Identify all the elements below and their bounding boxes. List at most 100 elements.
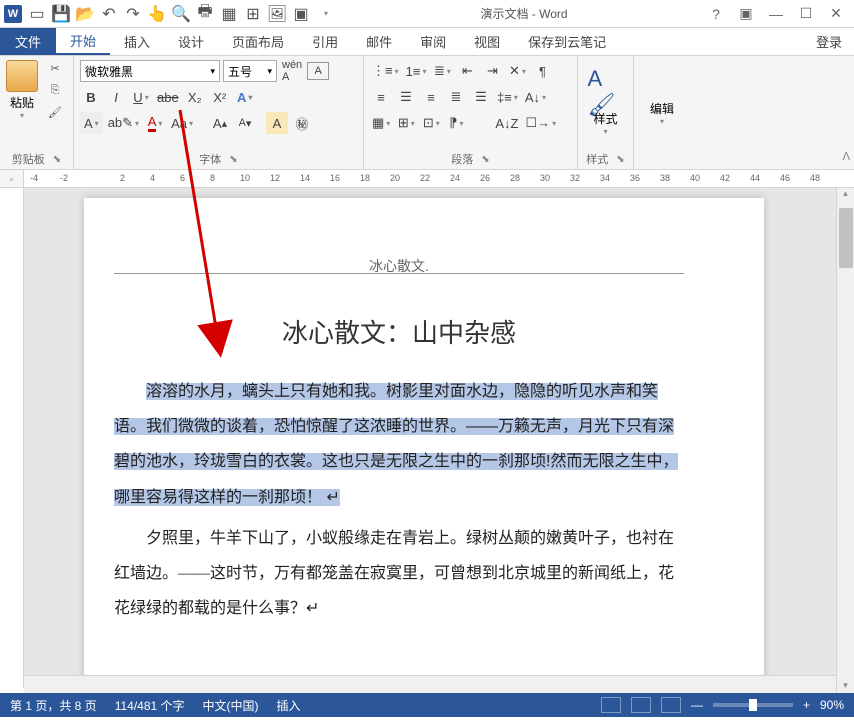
zoom-level[interactable]: 90% [820, 698, 844, 712]
font-name-select[interactable]: 微软雅黑▾ [80, 60, 220, 82]
new-icon[interactable]: ▭ [28, 5, 46, 23]
borders-button[interactable]: ⊞ [395, 112, 417, 134]
grow-font-button[interactable]: A▴ [209, 112, 231, 134]
shading-button[interactable]: ▦ [370, 112, 392, 134]
line-spacing-button[interactable]: ‡≡ [495, 86, 520, 108]
vertical-ruler[interactable] [0, 188, 24, 688]
paste-button[interactable]: 粘贴 [10, 94, 34, 111]
underline-button[interactable]: U [130, 86, 152, 108]
horizontal-ruler[interactable]: ▫ -4-22468101214161820222426283032343638… [0, 170, 854, 188]
view-web-icon[interactable] [661, 697, 681, 713]
italic-button[interactable]: I [105, 86, 127, 108]
snap-grid-button[interactable]: ⊡ [420, 112, 442, 134]
tab-home[interactable]: 开始 [56, 28, 110, 55]
align-right-button[interactable]: ≡ [420, 86, 442, 108]
document-page[interactable]: 冰心散文. 冰心散文：山中杂感 溶溶的水月，螭头上只有她和我。树影里对面水边，隐… [84, 198, 764, 688]
paste-icon[interactable] [6, 60, 38, 92]
font-size-select[interactable]: 五号▾ [223, 60, 277, 82]
increase-indent-button[interactable]: ⇥ [481, 60, 503, 82]
cut-icon[interactable]: ✂ [46, 60, 64, 76]
align-justify-button[interactable]: ≣ [445, 86, 467, 108]
text-effects-button[interactable]: A [234, 86, 256, 108]
picture-icon[interactable]: 🖼 [268, 5, 286, 23]
editing-button[interactable]: 编辑 ▾ [650, 100, 674, 126]
subscript-button[interactable]: X₂ [184, 86, 206, 108]
status-words[interactable]: 114/481 个字 [115, 697, 185, 714]
char-shading-button[interactable]: A [80, 112, 103, 134]
tab-review[interactable]: 审阅 [406, 28, 460, 55]
font-launcher[interactable]: ⬊ [229, 154, 237, 165]
maximize-icon[interactable]: ☐ [798, 6, 814, 22]
multilevel-button[interactable]: ≣ [431, 60, 453, 82]
highlight-button[interactable]: ab✎ [106, 112, 141, 134]
tab-file[interactable]: 文件 [0, 28, 56, 55]
zoom-in-button[interactable]: + [803, 698, 810, 712]
select-button[interactable]: ☐→ [523, 112, 558, 134]
sort-button[interactable]: A↓ [523, 86, 548, 108]
bullets-button[interactable]: ⋮≡ [370, 60, 401, 82]
copy-icon[interactable]: ⎘ [46, 82, 64, 98]
para-settings-button[interactable]: ⁋ [445, 112, 467, 134]
tab-references[interactable]: 引用 [298, 28, 352, 55]
tab-insert[interactable]: 插入 [110, 28, 164, 55]
font-color-button[interactable]: A [144, 112, 166, 134]
numbering-button[interactable]: 1≡ [404, 60, 429, 82]
print-preview-icon[interactable]: 🔍 [172, 5, 190, 23]
paragraph-1: 溶溶的水月，螭头上只有她和我。树影里对面水边，隐隐的听见水声和笑语。我们微微的谈… [114, 374, 684, 515]
status-lang[interactable]: 中文(中国) [203, 697, 259, 714]
format-painter-icon[interactable]: 🖌 [46, 104, 64, 120]
ruler-corner[interactable]: ▫ [0, 170, 24, 188]
superscript-button[interactable]: X² [209, 86, 231, 108]
tab-design[interactable]: 设计 [164, 28, 218, 55]
login-link[interactable]: 登录 [804, 28, 854, 55]
styles-launcher[interactable]: ⬊ [616, 154, 624, 165]
status-page[interactable]: 第 1 页，共 8 页 [10, 697, 97, 714]
paragraph-launcher[interactable]: ⬊ [481, 154, 489, 165]
save-icon[interactable]: 💾 [52, 5, 70, 23]
clipboard-label: 剪贴板 [12, 151, 45, 167]
ribbon-options-icon[interactable]: ▣ [738, 6, 754, 22]
collapse-ribbon-icon[interactable]: ᐱ [842, 150, 850, 163]
textbox-icon[interactable]: ▣ [292, 5, 310, 23]
open-icon[interactable]: 📂 [76, 5, 94, 23]
touch-icon[interactable]: 👆 [148, 5, 166, 23]
scroll-thumb[interactable] [839, 208, 853, 268]
change-case-button[interactable]: Aa [169, 112, 195, 134]
strikethrough-button[interactable]: abe [155, 86, 181, 108]
status-mode[interactable]: 插入 [277, 697, 301, 714]
sort-az-button[interactable]: A↓Z [493, 112, 520, 134]
help-icon[interactable]: ? [708, 6, 724, 22]
quick-print-icon[interactable]: 🖶 [196, 5, 214, 23]
zoom-slider[interactable] [713, 703, 793, 707]
align-center-button[interactable]: ☰ [395, 86, 417, 108]
bold-button[interactable]: B [80, 86, 102, 108]
tab-view[interactable]: 视图 [460, 28, 514, 55]
tab-mailings[interactable]: 邮件 [352, 28, 406, 55]
minimize-icon[interactable]: — [768, 6, 784, 22]
clear-format-button[interactable]: A [266, 112, 288, 134]
phonetic-guide-icon[interactable]: wénA [280, 60, 304, 82]
char-border-icon[interactable]: A [307, 62, 329, 80]
shrink-font-button[interactable]: A▾ [234, 112, 256, 134]
tab-cloud[interactable]: 保存到云笔记 [514, 28, 620, 55]
enclose-char-button[interactable]: ㊙ [291, 112, 313, 134]
table-icon[interactable]: ▦ [220, 5, 238, 23]
qat-more-icon[interactable] [316, 5, 334, 23]
table2-icon[interactable]: ⊞ [244, 5, 262, 23]
asian-layout-button[interactable]: ✕ [506, 60, 528, 82]
view-print-icon[interactable] [631, 697, 651, 713]
undo-icon[interactable]: ↶ [100, 5, 118, 23]
show-marks-button[interactable]: ¶ [531, 60, 553, 82]
align-left-button[interactable]: ≡ [370, 86, 392, 108]
horizontal-scrollbar[interactable] [24, 675, 836, 693]
decrease-indent-button[interactable]: ⇤ [456, 60, 478, 82]
view-read-icon[interactable] [601, 697, 621, 713]
tab-layout[interactable]: 页面布局 [218, 28, 298, 55]
align-distribute-button[interactable]: ☰ [470, 86, 492, 108]
vertical-scrollbar[interactable]: ▴ ▾ [836, 188, 854, 693]
clipboard-launcher[interactable]: ⬊ [53, 154, 61, 165]
styles-button[interactable]: A🖌 样式 ▾ [584, 60, 627, 149]
redo-icon[interactable]: ↷ [124, 5, 142, 23]
close-icon[interactable]: ✕ [828, 6, 844, 22]
zoom-out-button[interactable]: — [691, 698, 703, 712]
